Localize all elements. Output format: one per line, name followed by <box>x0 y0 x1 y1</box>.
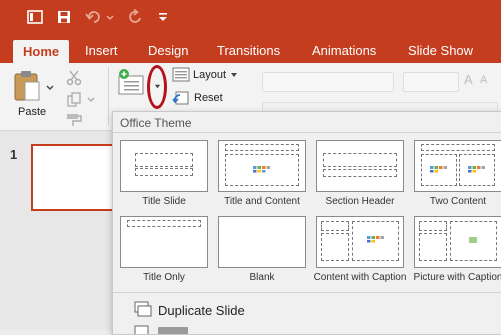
layout-label: Title and Content <box>224 196 300 207</box>
slide-thumbnail[interactable] <box>31 144 117 211</box>
redo-icon[interactable] <box>128 9 144 25</box>
picture-placeholder-icon <box>469 237 477 243</box>
title-bar <box>0 0 501 38</box>
layout-thumbnail <box>316 140 404 192</box>
copy-dropdown-icon[interactable] <box>87 96 95 104</box>
layout-menu-header: Office Theme <box>120 116 192 130</box>
layout-icon[interactable] <box>172 67 190 83</box>
copy-icon[interactable] <box>66 92 82 108</box>
layout-label: Blank <box>249 272 275 283</box>
layout-thumbnail <box>316 216 404 268</box>
paste-label[interactable]: Paste <box>18 106 46 118</box>
tab-home[interactable]: Home <box>13 40 70 64</box>
font-name-box[interactable] <box>262 72 394 92</box>
paste-icon[interactable] <box>13 70 41 102</box>
shrink-font-icon[interactable]: A <box>480 74 487 86</box>
outline-item-icon <box>134 325 149 334</box>
partially-hidden-menu-item[interactable] <box>158 327 188 334</box>
content-placeholder-icons <box>367 236 384 243</box>
duplicate-slide-icon <box>134 301 152 317</box>
sidebar-toggle-icon[interactable] <box>27 9 43 25</box>
reset-button[interactable]: Reset <box>194 92 223 104</box>
customize-toolbar-icon[interactable] <box>157 9 169 25</box>
layout-thumbnail <box>414 140 501 192</box>
menu-divider <box>113 292 501 293</box>
menu-divider <box>113 132 501 133</box>
content-placeholder-icons <box>430 166 447 173</box>
duplicate-slide-item[interactable]: Duplicate Slide <box>158 303 245 318</box>
grow-font-icon[interactable]: A <box>464 72 473 87</box>
layout-thumbnail <box>414 216 501 268</box>
chevron-down-icon <box>154 84 161 89</box>
layout-dropdown-icon[interactable] <box>230 71 238 79</box>
layout-thumbnail <box>218 216 306 268</box>
layout-label: Picture with Caption <box>413 272 501 283</box>
layout-label: Two Content <box>429 196 487 207</box>
layout-label: Content with Caption <box>313 272 407 283</box>
content-placeholder-icons <box>468 166 485 173</box>
layout-button[interactable]: Layout <box>193 69 226 81</box>
format-painter-icon[interactable] <box>65 113 83 127</box>
undo-icon[interactable] <box>85 9 101 25</box>
tab-insert[interactable]: Insert <box>85 43 118 58</box>
ribbon-divider <box>108 67 109 125</box>
layout-label: Title Only <box>143 272 185 283</box>
tab-transitions[interactable]: Transitions <box>217 43 280 58</box>
tab-slide-show[interactable]: Slide Show <box>408 43 473 58</box>
save-icon[interactable] <box>56 9 72 25</box>
ribbon-tab-bar: Home Insert Design Transitions Animation… <box>0 38 501 64</box>
new-slide-icon[interactable] <box>117 68 147 98</box>
layout-thumbnail <box>218 140 306 192</box>
tab-design[interactable]: Design <box>148 43 188 58</box>
slide-number: 1 <box>10 147 18 162</box>
new-slide-dropdown-highlight[interactable] <box>147 65 167 109</box>
tab-animations[interactable]: Animations <box>312 43 376 58</box>
cut-icon[interactable] <box>66 70 82 86</box>
font-size-box[interactable] <box>403 72 459 92</box>
undo-dropdown-icon[interactable] <box>105 9 115 25</box>
layout-label: Section Header <box>325 196 395 207</box>
paste-dropdown-icon[interactable] <box>46 84 54 92</box>
layout-label: Title Slide <box>142 196 186 207</box>
layout-menu: Office Theme Title Slide Title and Conte… <box>112 111 501 335</box>
content-placeholder-icons <box>253 166 270 173</box>
layout-thumbnail <box>120 216 208 268</box>
layout-thumbnail <box>120 140 208 192</box>
reset-icon[interactable] <box>172 89 190 107</box>
